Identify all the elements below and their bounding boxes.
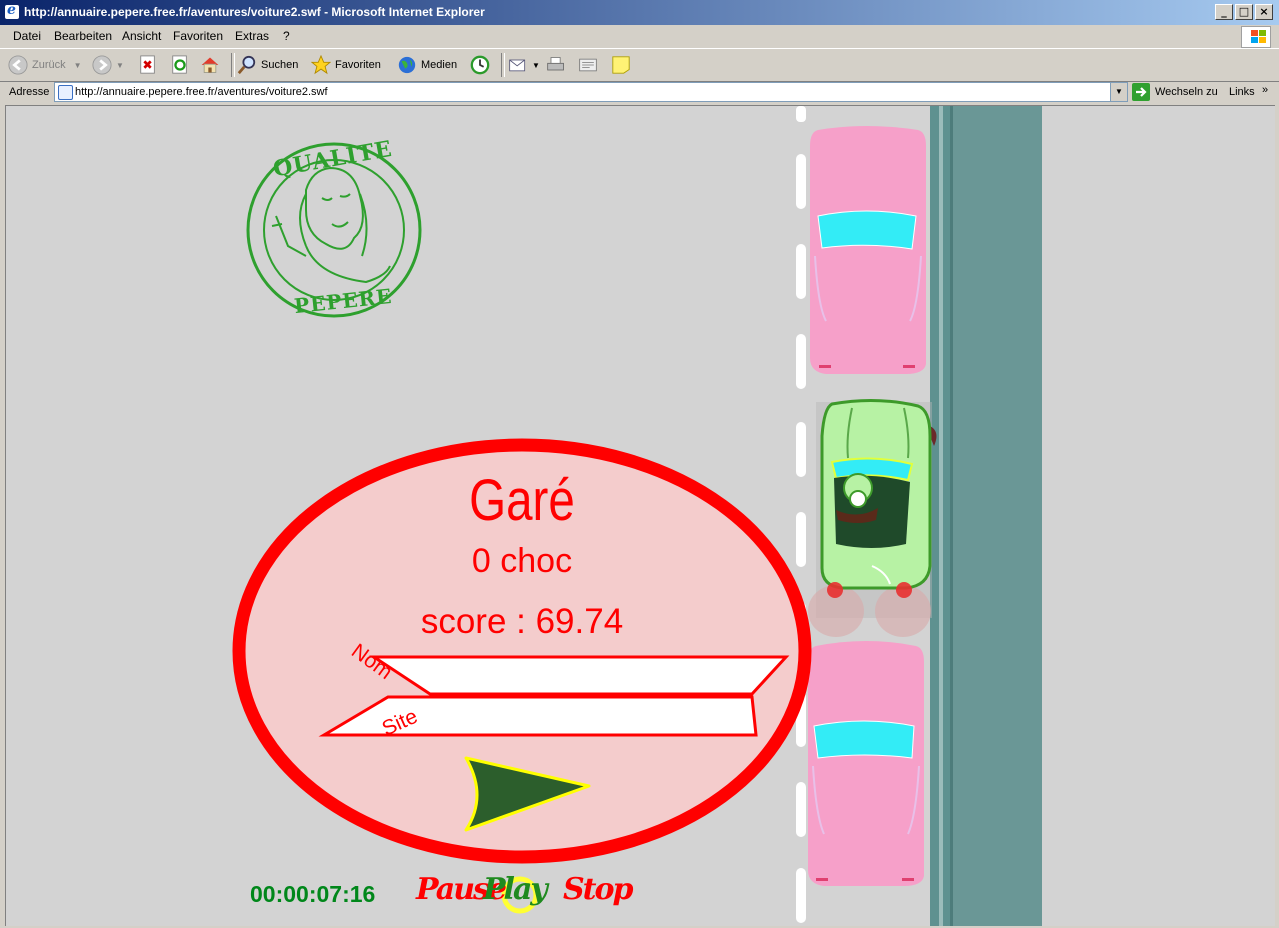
back-dropdown-icon[interactable]: ▼	[74, 61, 82, 70]
edit-button[interactable]	[578, 53, 602, 77]
play-button[interactable]: Play	[483, 872, 548, 907]
minimize-button[interactable]: _	[1215, 4, 1233, 20]
lane-markings	[796, 106, 806, 923]
stop-game-button[interactable]: Stop	[563, 872, 634, 907]
links-chevron-icon[interactable]: »	[1262, 84, 1268, 96]
favorites-label: Favoriten	[335, 59, 381, 71]
address-input[interactable]: http://annuaire.pepere.free.fr/aventures…	[54, 82, 1128, 102]
mail-button[interactable]: ▼	[508, 53, 540, 77]
parked-car-top	[810, 126, 926, 374]
edit-page-icon	[579, 58, 597, 72]
game-canvas: QUALITE PEPERE Garé 0 choc score : 69.74…	[232, 106, 1042, 926]
go-arrow-icon	[1132, 83, 1150, 101]
address-label: Adresse	[9, 86, 50, 98]
forward-button[interactable]: ▼	[92, 53, 124, 77]
print-button[interactable]	[546, 53, 570, 77]
menu-ansicht[interactable]: Ansicht	[122, 29, 161, 43]
star-icon	[311, 55, 331, 75]
printer-icon	[547, 57, 564, 71]
back-button[interactable]: Zurück ▼	[8, 53, 82, 77]
search-button[interactable]: Suchen	[237, 53, 298, 77]
search-icon	[237, 55, 256, 75]
links-button[interactable]: Links	[1229, 86, 1255, 98]
windows-logo-icon	[1241, 26, 1271, 48]
menu-datei[interactable]: Datei	[13, 29, 41, 43]
address-dropdown-icon[interactable]: ▼	[1110, 83, 1127, 101]
parked-car-bottom	[808, 641, 924, 886]
mail-dropdown-icon[interactable]: ▼	[532, 61, 540, 70]
collisions-text: 0 choc	[472, 542, 572, 580]
back-arrow-icon	[8, 55, 28, 75]
stop-icon	[140, 55, 155, 74]
favorites-button[interactable]: Favoriten	[311, 53, 381, 77]
window-title: http://annuaire.pepere.free.fr/aventures…	[24, 5, 485, 19]
address-bar: Adresse http://annuaire.pepere.free.fr/a…	[0, 81, 1279, 103]
menu-bar: Datei Bearbeiten Ansicht Favoriten Extra…	[0, 25, 1279, 47]
refresh-icon	[172, 55, 187, 74]
go-label: Wechseln zu	[1155, 86, 1218, 98]
status-text: Garé	[469, 469, 575, 534]
address-url: http://annuaire.pepere.free.fr/aventures…	[75, 86, 328, 98]
home-icon	[201, 57, 219, 73]
refresh-button[interactable]	[170, 53, 194, 77]
forward-dropdown-icon[interactable]: ▼	[116, 61, 124, 70]
forward-arrow-icon	[92, 55, 112, 75]
maximize-button[interactable]: □	[1235, 4, 1253, 20]
flash-game-area[interactable]: QUALITE PEPERE Garé 0 choc score : 69.74…	[5, 105, 1275, 926]
name-input[interactable]	[369, 655, 790, 696]
menu-bearbeiten[interactable]: Bearbeiten	[54, 29, 112, 43]
history-button[interactable]	[470, 53, 494, 77]
media-button[interactable]: Medien	[397, 53, 457, 77]
player-car	[808, 398, 937, 637]
go-button[interactable]: Wechseln zu	[1132, 83, 1218, 101]
media-globe-icon	[398, 56, 416, 74]
messenger-button[interactable]	[611, 53, 635, 77]
back-label: Zurück	[32, 59, 66, 71]
menu-favoriten[interactable]: Favoriten	[173, 29, 223, 43]
ie-icon	[5, 2, 19, 19]
menu-extras[interactable]: Extras	[235, 29, 269, 43]
history-icon	[470, 55, 490, 75]
media-label: Medien	[421, 59, 458, 71]
mail-icon	[509, 59, 526, 72]
toolbar: Zurück ▼ ▼ Suchen Favoriten Medien ▼	[0, 48, 1279, 82]
note-icon	[612, 56, 630, 74]
close-button[interactable]: ×	[1255, 4, 1273, 20]
score-text: score : 69.74	[421, 602, 623, 641]
stamp-bottom-text: PEPERE	[293, 284, 393, 318]
search-label: Suchen	[261, 59, 299, 71]
sidewalk	[950, 106, 1042, 926]
page-icon	[58, 85, 73, 100]
game-timer: 00:00:07:16	[250, 881, 376, 907]
home-button[interactable]	[200, 53, 224, 77]
title-bar: http://annuaire.pepere.free.fr/aventures…	[0, 0, 1279, 25]
menu-help[interactable]: ?	[283, 29, 290, 43]
stop-button[interactable]	[138, 53, 162, 77]
